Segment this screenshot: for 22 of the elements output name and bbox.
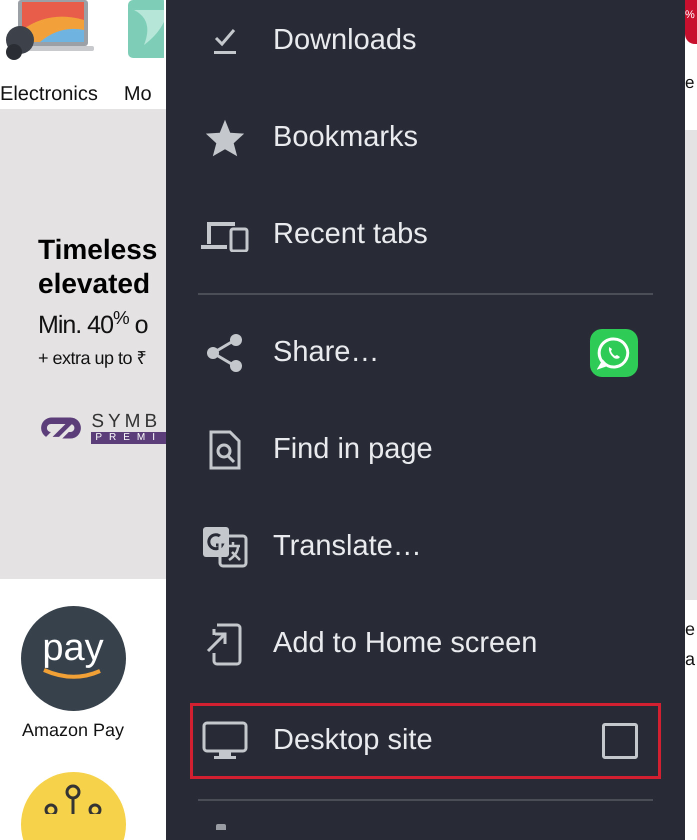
menu-item[interactable]: Find in page (190, 412, 661, 488)
partial-text: e (685, 618, 696, 641)
menu-item[interactable]: Translate… (190, 508, 661, 584)
brand-name: SYMB (91, 412, 162, 432)
shortcut-label[interactable]: Amazon Pay (22, 717, 124, 744)
discount-badge: % (685, 0, 697, 44)
menu-item[interactable]: Recent tabs (190, 196, 661, 272)
brand-tagline: PREMI (91, 432, 166, 444)
menu-item[interactable]: Add to Home screen (190, 606, 661, 682)
pay-icon[interactable]: pay (20, 606, 126, 711)
offer-text: Min. 40$^{%}$ o (38, 307, 149, 341)
banner-title: Timeless elevated (38, 233, 158, 301)
category-label[interactable]: Electronics (0, 79, 98, 109)
partial-text: a (685, 648, 696, 671)
menu-item[interactable]: Share… (190, 314, 661, 390)
menu-item[interactable]: Downloads (190, 2, 661, 78)
category-label[interactable]: e (685, 70, 697, 96)
extra-offer-text: + extra up to ₹ (38, 346, 148, 370)
menu-item[interactable]: Bookmarks (190, 100, 661, 176)
menu-item[interactable]: Desktop site (190, 702, 661, 778)
banner[interactable]: Timeless elevated Min. 40$^{%}$ o + extra up to ₹ SYMB PREMI (0, 109, 166, 579)
category-label[interactable]: Mo (124, 79, 152, 109)
